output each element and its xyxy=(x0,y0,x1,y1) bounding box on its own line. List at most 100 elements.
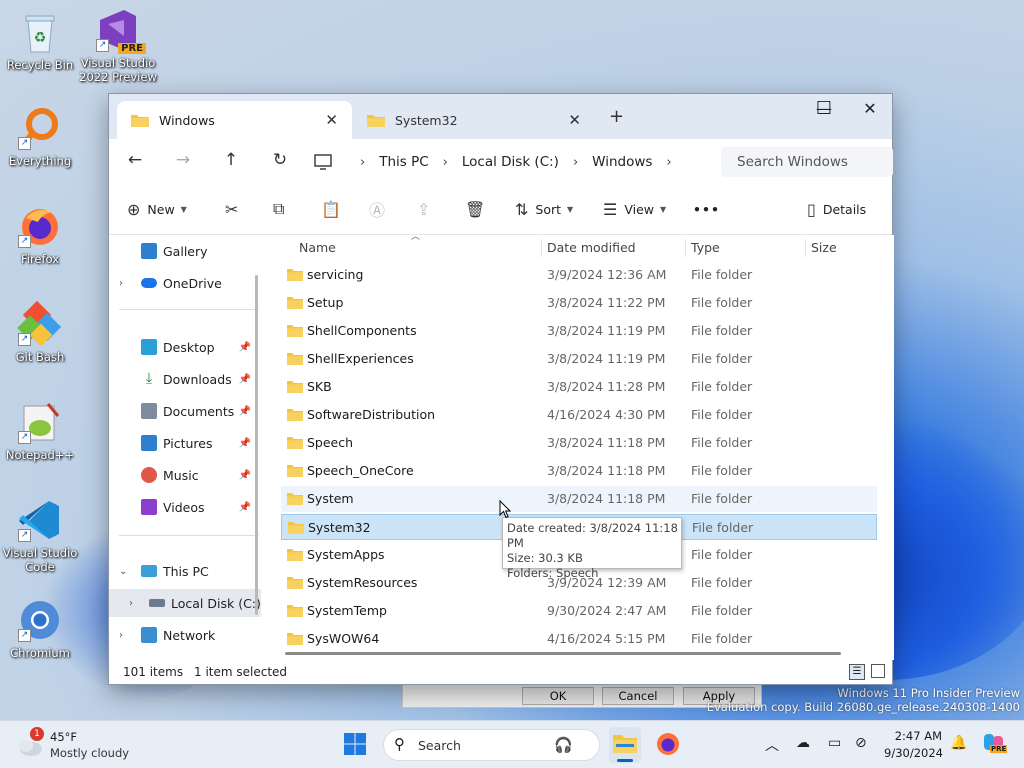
nav-item-documents[interactable]: Documents 📌 xyxy=(109,397,261,425)
desktop-icon-visual-studio[interactable]: PRE ↗ Visual Studio 2022 Preview xyxy=(78,6,158,84)
desktop-icon-label: Chromium xyxy=(10,646,70,660)
taskbar-firefox[interactable] xyxy=(655,731,683,759)
paste-button[interactable]: 📋 xyxy=(321,195,348,223)
copy-button[interactable]: ⧉ xyxy=(273,195,291,223)
view-lines-icon: ☰ xyxy=(603,199,618,219)
pin-icon[interactable]: 📌 xyxy=(239,374,251,385)
table-row[interactable]: Speech_OneCore 3/8/2024 11:18 PM File fold… xyxy=(281,458,877,484)
forward-button[interactable]: → xyxy=(169,149,197,173)
new-button[interactable]: ⊕ New ▼ xyxy=(127,195,187,223)
tab-windows[interactable]: Windows ✕ xyxy=(117,101,352,139)
table-row[interactable]: SysWOW64 4/16/2024 5:15 PM File folder xyxy=(281,626,877,652)
view-button[interactable]: ☰ View ▼ xyxy=(603,195,666,223)
sort-button[interactable]: ⇅ Sort ▼ xyxy=(515,195,573,223)
desktop-icon-vscode[interactable]: ↗ Visual Studio Code xyxy=(0,496,80,574)
cloud-offline-icon[interactable]: ☁ xyxy=(796,735,810,751)
delete-button[interactable]: 🗑 xyxy=(465,195,492,223)
back-button[interactable]: ← xyxy=(121,149,149,173)
file-type: File folder xyxy=(691,351,753,366)
maximize-icon: ☐ xyxy=(815,98,833,119)
breadcrumb[interactable]: › This PC › Local Disk (C:) › Windows › xyxy=(314,147,714,177)
video-icon xyxy=(141,499,157,515)
details-view-icon[interactable]: ☰ xyxy=(849,664,865,680)
file-name: servicing xyxy=(307,267,364,282)
table-row[interactable]: SKB 3/8/2024 11:28 PM File folder xyxy=(281,374,877,400)
maximize-button[interactable]: ☐ xyxy=(801,96,847,124)
desktop-icon-notepadpp[interactable]: ↗ Notepad++ xyxy=(0,398,80,462)
desktop-icon-everything[interactable]: ↗ Everything xyxy=(0,104,80,168)
nav-scrollbar[interactable] xyxy=(255,275,258,615)
close-window-button[interactable]: ✕ xyxy=(847,96,893,124)
start-button[interactable] xyxy=(343,732,369,758)
desktop-icon-firefox[interactable]: ↗ Firefox xyxy=(0,202,80,266)
nav-item-local-disk[interactable]: › Local Disk (C:) xyxy=(109,589,261,617)
search-input[interactable]: Search Windows xyxy=(721,147,893,177)
new-tab-button[interactable]: + xyxy=(609,106,624,127)
column-header-size[interactable]: Size xyxy=(811,235,837,261)
more-options-button[interactable]: ••• xyxy=(693,195,720,223)
column-header-date[interactable]: Date modified xyxy=(547,235,636,261)
table-row[interactable]: SoftwareDistribution 4/16/2024 4:30 PM Fil… xyxy=(281,402,877,428)
nav-item-desktop[interactable]: Desktop 📌 xyxy=(109,333,261,361)
cancel-button[interactable]: Cancel xyxy=(602,687,674,705)
nav-item-music[interactable]: Music 📌 xyxy=(109,461,261,489)
file-name: SystemTemp xyxy=(307,603,387,618)
table-row[interactable]: servicing 3/9/2024 12:36 AM File folder xyxy=(281,262,877,288)
cut-button[interactable]: ✂ xyxy=(225,195,245,223)
close-tab-icon[interactable]: ✕ xyxy=(568,111,581,129)
pin-icon[interactable]: 📌 xyxy=(239,470,251,481)
network-status-icon[interactable]: ⊘ xyxy=(855,735,867,751)
table-row[interactable]: SystemTemp 9/30/2024 2:47 AM File folder xyxy=(281,598,877,624)
nav-item-pictures[interactable]: Pictures 📌 xyxy=(109,429,261,457)
chevron-right-icon: › xyxy=(442,154,448,170)
nav-item-this-pc[interactable]: ⌄ This PC xyxy=(109,557,261,585)
nav-item-videos[interactable]: Videos 📌 xyxy=(109,493,261,521)
column-separator[interactable] xyxy=(805,239,806,257)
weather-widget[interactable]: 1 45°F Mostly cloudy xyxy=(14,727,154,761)
copilot-button[interactable]: PRE xyxy=(982,731,1008,757)
table-row[interactable]: Setup 3/8/2024 11:22 PM File folder xyxy=(281,290,877,316)
close-tab-icon[interactable]: ✕ xyxy=(325,111,338,129)
pin-icon[interactable]: 📌 xyxy=(239,342,251,353)
chevron-up-icon[interactable]: ︿ xyxy=(765,735,779,755)
file-type: File folder xyxy=(691,435,753,450)
column-header-type[interactable]: Type xyxy=(691,235,720,261)
desktop-icon-chromium[interactable]: ↗ Chromium xyxy=(0,596,80,660)
nav-item-downloads[interactable]: ⤓ Downloads 📌 xyxy=(109,365,261,393)
nav-item-gallery[interactable]: Gallery xyxy=(109,237,261,265)
tab-label: Windows xyxy=(159,112,215,128)
breadcrumb-windows[interactable]: Windows xyxy=(592,154,652,170)
taskbar-file-explorer[interactable] xyxy=(609,727,641,763)
nav-item-onedrive[interactable]: › OneDrive xyxy=(109,269,261,297)
folder-icon xyxy=(287,633,303,645)
pin-icon[interactable]: 📌 xyxy=(239,438,251,449)
tiles-view-icon[interactable] xyxy=(871,664,885,678)
taskbar-search-box[interactable]: ⚲ Search 🎧 xyxy=(383,729,600,761)
desktop-icon-git-bash[interactable]: ↗ Git Bash xyxy=(0,300,80,364)
table-row[interactable]: System 3/8/2024 11:18 PM File folder xyxy=(281,486,877,512)
pin-icon[interactable]: 📌 xyxy=(239,502,251,513)
table-row[interactable]: Speech 3/8/2024 11:18 PM File folder xyxy=(281,430,877,456)
details-pane-button[interactable]: ▯ Details xyxy=(807,195,866,223)
bell-icon[interactable]: 🔔 xyxy=(950,735,967,751)
table-row[interactable]: ShellExperiences 3/8/2024 11:19 PM File fo… xyxy=(281,346,877,372)
column-separator[interactable] xyxy=(541,239,542,257)
rename-button[interactable]: Ⓐ xyxy=(369,195,392,223)
monitor-icon[interactable]: ▭ xyxy=(828,735,841,751)
breadcrumb-this-pc[interactable]: This PC xyxy=(379,154,428,170)
pin-icon[interactable]: 📌 xyxy=(239,406,251,417)
ok-button[interactable]: OK xyxy=(522,687,594,705)
refresh-button[interactable]: ↻ xyxy=(266,149,294,173)
clock-date[interactable]: 9/30/2024 xyxy=(884,746,943,760)
share-button[interactable]: ⇪ xyxy=(417,195,437,223)
column-header-name[interactable]: Name xyxy=(299,235,336,261)
nav-item-network[interactable]: › Network xyxy=(109,621,261,649)
breadcrumb-local-disk[interactable]: Local Disk (C:) xyxy=(462,154,559,170)
clock-time[interactable]: 2:47 AM xyxy=(884,729,942,743)
tab-system32[interactable]: System32 ✕ xyxy=(355,101,595,139)
horizontal-scrollbar[interactable] xyxy=(285,652,841,655)
table-row[interactable]: ShellComponents 3/8/2024 11:19 PM File fol… xyxy=(281,318,877,344)
up-button[interactable]: ↑ xyxy=(217,149,245,173)
desktop-icon-recycle-bin[interactable]: ♻ Recycle Bin xyxy=(0,8,80,72)
column-separator[interactable] xyxy=(685,239,686,257)
